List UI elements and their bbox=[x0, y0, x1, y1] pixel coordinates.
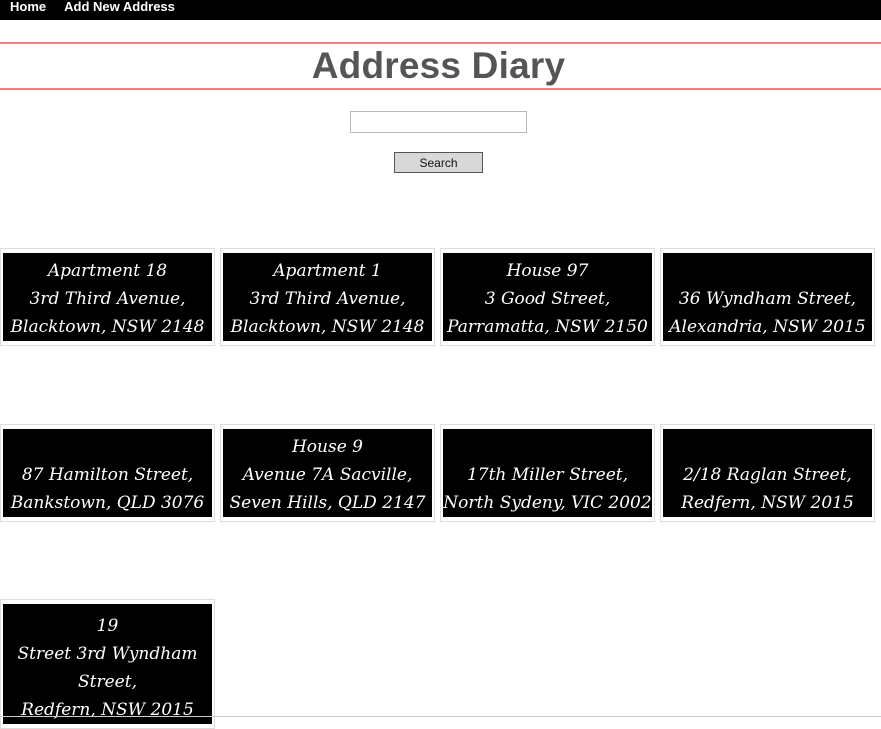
address-line: Parramatta, NSW 2150 bbox=[447, 317, 648, 337]
address-line: 2/18 Raglan Street, bbox=[683, 465, 852, 485]
address-line: House 9 bbox=[291, 437, 363, 457]
address-card[interactable]: 87 Hamilton Street, Bankstown, QLD 3076 bbox=[3, 429, 212, 517]
address-line: Redfern, NSW 2015 bbox=[681, 493, 854, 513]
address-line: Avenue 7A Sacville, bbox=[242, 465, 413, 485]
address-line: 3 Good Street, bbox=[484, 289, 611, 309]
page-title: Address Diary bbox=[311, 45, 566, 86]
address-card-cell: 36 Wyndham Street, Alexandria, NSW 2015 bbox=[660, 248, 875, 346]
address-line: 3rd Third Avenue, bbox=[29, 289, 186, 309]
address-line: North Sydeny, VIC 2002 bbox=[443, 493, 652, 513]
address-line: Street 3rd Wyndham bbox=[17, 644, 198, 664]
address-line: Apartment 18 bbox=[47, 261, 168, 281]
address-card[interactable]: Apartment 1 3rd Third Avenue, Blacktown,… bbox=[223, 253, 432, 341]
address-card[interactable]: 36 Wyndham Street, Alexandria, NSW 2015 bbox=[663, 253, 872, 341]
top-navbar: Home Add New Address bbox=[0, 0, 881, 20]
address-line: 17th Miller Street, bbox=[466, 465, 629, 485]
nav-add-address-link[interactable]: Add New Address bbox=[64, 0, 193, 13]
address-card[interactable]: 17th Miller Street, North Sydeny, VIC 20… bbox=[443, 429, 652, 517]
address-card[interactable]: Apartment 18 3rd Third Avenue, Blacktown… bbox=[3, 253, 212, 341]
nav-home-link[interactable]: Home bbox=[0, 0, 64, 13]
address-card-cell: Apartment 18 3rd Third Avenue, Blacktown… bbox=[0, 248, 215, 346]
address-line: 87 Hamilton Street, bbox=[21, 465, 194, 485]
address-line: 36 Wyndham Street, bbox=[678, 289, 857, 309]
title-band: Address Diary bbox=[0, 42, 881, 90]
address-line: Bankstown, QLD 3076 bbox=[10, 493, 205, 513]
address-row-2: 87 Hamilton Street, Bankstown, QLD 3076 … bbox=[0, 424, 875, 522]
address-card-cell: 2/18 Raglan Street, Redfern, NSW 2015 bbox=[660, 424, 875, 522]
address-line: 19 bbox=[96, 616, 119, 636]
address-row-3: 19 Street 3rd Wyndham Street, Redfern, N… bbox=[0, 599, 220, 729]
search-button[interactable]: Search bbox=[394, 152, 483, 173]
address-line: Alexandria, NSW 2015 bbox=[669, 317, 866, 337]
address-line: House 97 bbox=[506, 261, 589, 281]
page-bottom-divider bbox=[0, 716, 881, 717]
address-card-cell: 17th Miller Street, North Sydeny, VIC 20… bbox=[440, 424, 655, 522]
address-card[interactable]: 2/18 Raglan Street, Redfern, NSW 2015 bbox=[663, 429, 872, 517]
address-line: Apartment 1 bbox=[273, 261, 382, 281]
search-input[interactable] bbox=[350, 111, 527, 133]
address-card-cell: House 97 3 Good Street, Parramatta, NSW … bbox=[440, 248, 655, 346]
address-row-1: Apartment 18 3rd Third Avenue, Blacktown… bbox=[0, 248, 875, 346]
address-line: Redfern, NSW 2015 bbox=[21, 700, 194, 720]
address-card[interactable]: House 97 3 Good Street, Parramatta, NSW … bbox=[443, 253, 652, 341]
address-line: Street, bbox=[78, 672, 137, 692]
address-line: Blacktown, NSW 2148 bbox=[10, 317, 205, 337]
address-card-cell: Apartment 1 3rd Third Avenue, Blacktown,… bbox=[220, 248, 435, 346]
address-line: Seven Hills, QLD 2147 bbox=[229, 493, 426, 513]
address-line: 3rd Third Avenue, bbox=[249, 289, 406, 309]
address-card[interactable]: 19 Street 3rd Wyndham Street, Redfern, N… bbox=[3, 604, 212, 724]
address-card[interactable]: House 9 Avenue 7A Sacville, Seven Hills,… bbox=[223, 429, 432, 517]
address-card-cell: House 9 Avenue 7A Sacville, Seven Hills,… bbox=[220, 424, 435, 522]
address-card-cell: 19 Street 3rd Wyndham Street, Redfern, N… bbox=[0, 599, 215, 729]
address-line: Blacktown, NSW 2148 bbox=[230, 317, 425, 337]
address-card-cell: 87 Hamilton Street, Bankstown, QLD 3076 bbox=[0, 424, 215, 522]
